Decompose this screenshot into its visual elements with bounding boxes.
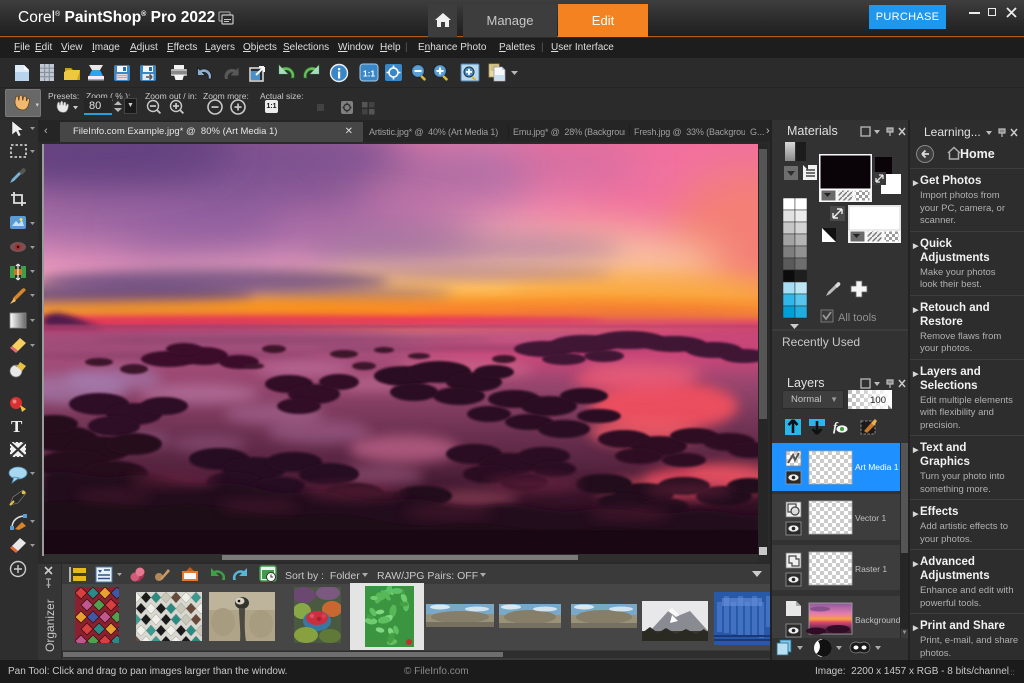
- svg-text:All tools: All tools: [838, 312, 877, 324]
- svg-text:T: T: [11, 417, 23, 436]
- svg-text:Background: Background: [855, 615, 901, 625]
- svg-text:100: 100: [870, 395, 886, 406]
- svg-text:Organizer: Organizer: [43, 599, 57, 652]
- svg-text:Raster 1: Raster 1: [855, 564, 887, 574]
- svg-text:1:1: 1:1: [363, 69, 376, 79]
- svg-text:RAW/JPG Pairs: OFF: RAW/JPG Pairs: OFF: [377, 570, 478, 582]
- svg-text:Recently Used: Recently Used: [782, 335, 860, 349]
- svg-text:Sort by : Folder: Sort by : Folder: [285, 570, 360, 582]
- svg-text:Art Media 1: Art Media 1: [855, 462, 899, 472]
- svg-text:Vector 1: Vector 1: [855, 513, 886, 523]
